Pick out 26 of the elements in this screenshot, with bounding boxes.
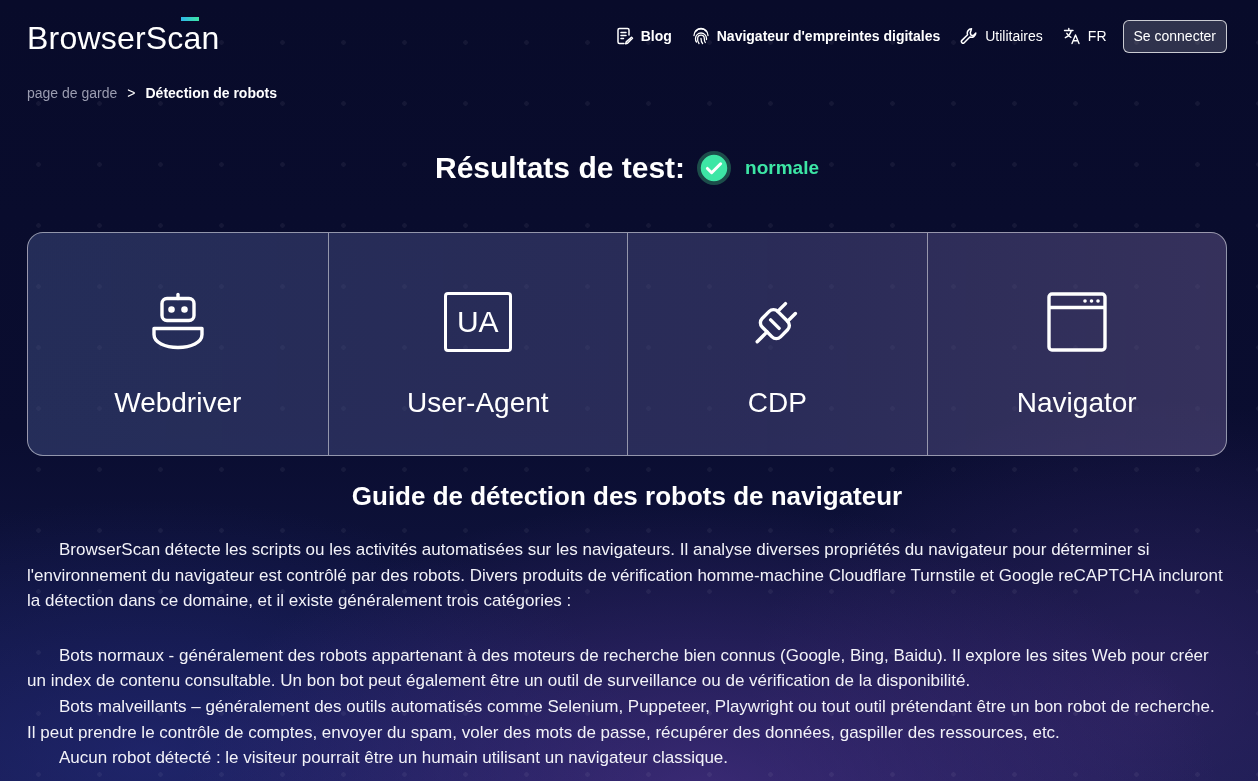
nav-link[interactable]: Utilitaires — [960, 27, 1043, 45]
check-title: CDP — [747, 387, 807, 419]
breadcrumb-separator: > — [127, 84, 136, 103]
guide-paragraph: Aucun robot détecté : le visiteur pourrait être un humain utilisant un navigateur classique. — [58, 747, 730, 770]
browser-window-icon — [1046, 292, 1107, 352]
breadcrumb-link[interactable]: Détection de robots — [145, 83, 277, 103]
result-status: normale — [745, 157, 819, 179]
login-button[interactable]: Se connecter — [1122, 19, 1227, 53]
note-pencil-icon — [615, 27, 634, 45]
guide-paragraph: Bots malveillants – généralement des outils automatisés comme Selenium, Puppeteer, Playwright ou tout outil prétendant être un bon robot de recherche. Il peut prendre le contrôle de comptes, envoyer du spam, voler des mots de passe, récupérer des données, gaspiller des ressources, etc. — [27, 695, 1216, 744]
translate-icon — [1062, 27, 1081, 45]
wrench-icon — [960, 27, 979, 45]
guide-heading: Guide de détection des robots de navigateur — [350, 480, 904, 512]
language-selector[interactable]: FR — [1062, 27, 1107, 45]
breadcrumb-link[interactable]: page de garde — [27, 83, 118, 103]
fingerprint-icon — [691, 27, 710, 45]
brand-logo[interactable]: BrowserScan — [27, 18, 220, 54]
nav-link[interactable]: Navigateur d'empreintes digitales — [691, 27, 941, 45]
ua-label: UA — [443, 292, 512, 352]
nav-link[interactable]: Blog — [615, 27, 672, 45]
check-title: Webdriver — [114, 387, 242, 419]
check-title: User-Agent — [406, 387, 549, 419]
guide-paragraph: BrowserScan détecte les scripts ou les activités automatisées sur les navigateurs. Il analyse diverses propriétés du navigateur pour déterminer si l'environnement du navigateur est contrôlé par des robots. Divers produits de vérification homme-machine Cloudflare Turnstile et Google reCAPTCHA incluront la détection dans ce domaine, et il existe généralement trois catégories : — [27, 539, 1224, 613]
check-title: Navigator — [1016, 387, 1137, 419]
guide-paragraph: Bots normaux - généralement des robots appartenant à des moteurs de recherche bien connus (Google, Bing, Baidu). Il explore les sites Web pour créer un index de contenu consultable. Un bon bot peut également être un outil de surveillance ou de vérification de la disponibilité. — [27, 644, 1210, 693]
result-heading: Résultats de test: — [435, 151, 686, 185]
